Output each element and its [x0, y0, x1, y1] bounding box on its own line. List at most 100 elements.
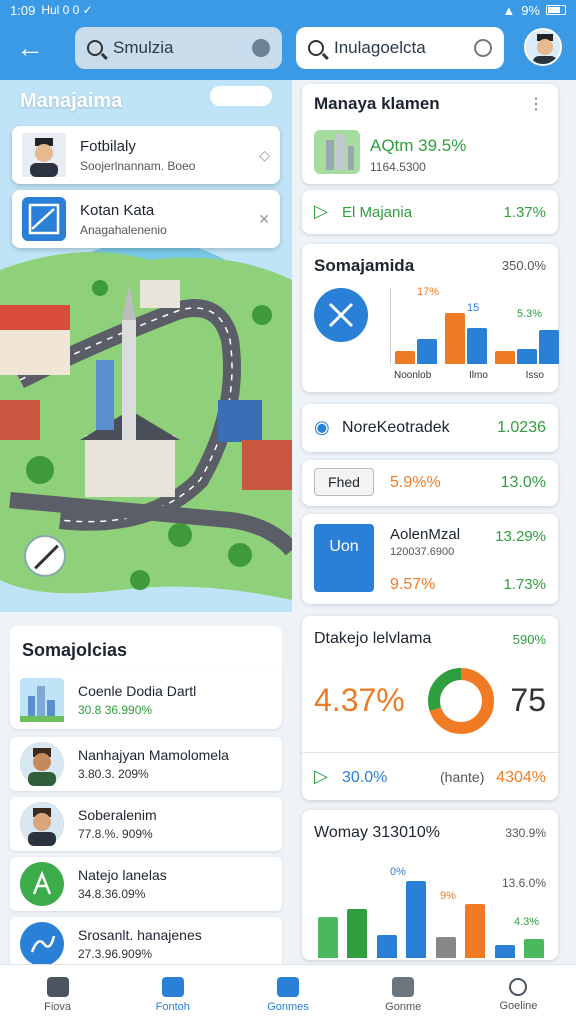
stat3-value-2: 1.73% — [503, 576, 546, 593]
chart1-bar — [517, 348, 537, 364]
list-item[interactable]: Srosanlt. hanajenes 27.3.96.909% — [10, 917, 282, 971]
chart1-x-label: Noonlob — [394, 370, 432, 381]
nav-bag[interactable]: Gonme — [346, 965, 461, 1024]
profile-icon — [509, 977, 528, 996]
bag-icon — [392, 976, 415, 997]
list-item-title: Natejo lanelas — [78, 867, 167, 883]
list-item-value: 27.3.96.909% — [78, 947, 153, 961]
home-icon — [46, 976, 69, 997]
nav-label: Goeline — [499, 999, 538, 1012]
nav-building[interactable]: Gonmes — [230, 965, 345, 1024]
summary-title: Manaya klamen — [314, 94, 440, 113]
chart2-title: Womay 313010% — [314, 824, 440, 841]
stat-card-1[interactable]: ◉ NoreKeotradek 1.0236 — [302, 404, 558, 452]
chart2-bar — [318, 917, 338, 958]
chart-card-1: Somajamida 350.0% 17% 15 5.3% Noonlob Ilmo… — [302, 244, 559, 392]
chart1-bar — [495, 351, 515, 364]
donut-big-value: 4.37% — [314, 682, 405, 718]
map-card-subtitle: Soojerlnannam. Boeo — [80, 158, 196, 173]
stat3-value-1: 13.29% — [495, 528, 546, 545]
map-card-person[interactable]: Fotbilaly Soojerlnannam. Boeo ◇ — [12, 126, 280, 184]
refresh-icon[interactable] — [474, 39, 492, 57]
city-icon — [314, 130, 360, 174]
top-app-bar: ← Smulzia Inulagoelcta — [0, 20, 576, 80]
divider — [302, 752, 558, 753]
bottom-navigation: Fiova Fontoh Gonmes Gonme Goeline — [0, 964, 576, 1024]
nav-label: Gonmes — [267, 1000, 309, 1013]
list-item[interactable]: Nanhajyan Mamolomela 3.80.3. 209% — [10, 737, 282, 791]
list-item-title: Soberalenim — [78, 807, 157, 823]
map-icon — [22, 197, 66, 241]
nav-tag[interactable]: Fontoh — [115, 965, 230, 1024]
diamond-icon[interactable]: ◇ — [259, 147, 270, 164]
stat2-tag[interactable]: Fhed — [314, 468, 374, 496]
summary-row[interactable]: ▷ El Majania 1.37% — [302, 190, 558, 234]
chart1-bar — [445, 313, 465, 364]
summary-name: AQtm 39.5% — [370, 136, 467, 155]
chart1-bar — [417, 338, 437, 364]
chart1-plot: 17% 15 5.3% — [390, 286, 559, 364]
person-avatar-icon — [20, 742, 64, 786]
nav-label: Gonme — [385, 1000, 422, 1013]
donut-chart — [428, 668, 494, 734]
list-item-value: 3.80.3. 209% — [78, 767, 149, 781]
mic-icon[interactable] — [252, 39, 270, 57]
chart2-bar — [406, 881, 427, 958]
list-item-value: 34.8.36.09% — [78, 887, 146, 901]
stat3-icon: Uon — [314, 524, 374, 592]
search-field-primary-text: Smulzia — [113, 38, 174, 57]
donut-right-value: 75 — [510, 682, 546, 718]
stat-card-3[interactable]: Uon AolenMzal 120037.6900 9.57% 13.29% 1… — [302, 514, 558, 604]
summary-card[interactable]: Manaya klamen ⋮ AQtm 39.5% 1164.5300 — [302, 84, 558, 184]
chart2-bar — [435, 936, 456, 958]
city-map[interactable]: Manajaima Fotbilaly Soojerlnannam. Boeo … — [0, 80, 292, 612]
chart2-plot: 0% 9% 4.3% — [318, 866, 544, 958]
stat1-value: 1.0236 — [497, 419, 546, 436]
nav-profile[interactable]: Goeline — [461, 965, 576, 1024]
donut-foot-left: 30.0% — [342, 769, 388, 786]
person-avatar-icon — [22, 133, 66, 177]
list-item-value: 77.8.%. 909% — [78, 827, 153, 841]
chart1-x-axis: Noonlob Ilmo Isso — [394, 370, 544, 381]
map-card-title: Kotan Kata — [80, 201, 155, 219]
list-panel-title: Somajolcias — [10, 626, 282, 671]
chart1-corner: 350.0% — [501, 258, 546, 273]
chart1-data-label: 5.3% — [517, 308, 543, 320]
stat-card-2[interactable]: Fhed 5.9%% 13.0% — [302, 460, 558, 506]
compass-icon[interactable] — [24, 535, 66, 577]
back-arrow-icon[interactable]: ← — [14, 32, 46, 64]
list-item[interactable]: Soberalenim 77.8.%. 909% — [10, 797, 282, 851]
chart2-bar — [347, 908, 368, 958]
list-item[interactable]: Natejo lanelas 34.8.36.09% — [10, 857, 282, 911]
list-item-title: Nanhajyan Mamolomela — [78, 747, 229, 763]
chart2-data-label: 9% — [440, 890, 456, 902]
cloud-decoration — [210, 86, 272, 106]
status-bar: 1:09 Hul 0 0 ✓ ▲ 9% — [0, 0, 576, 20]
chart1-x-label: Ilmo — [469, 370, 488, 381]
stat3-title: AolenMzal — [390, 526, 461, 543]
chart2-corner: 330.9% — [505, 826, 546, 840]
chart2-bar — [465, 903, 486, 958]
battery-icon — [546, 5, 566, 15]
stat2-value: 13.0% — [500, 474, 546, 491]
city-icon — [20, 678, 64, 722]
compass-icon — [314, 288, 368, 342]
more-vertical-icon[interactable]: ⋮ — [528, 94, 544, 114]
search-field-secondary[interactable]: Inulagoelcta — [296, 27, 504, 69]
chart-card-2: Womay 313010% 330.9% 13.6.0% 0% 9% 4.3% — [302, 810, 558, 960]
user-avatar[interactable] — [524, 28, 562, 66]
chart1-data-label: 15 — [467, 302, 480, 314]
play-icon[interactable]: ▷ — [314, 201, 328, 222]
close-icon[interactable]: ✕ — [258, 211, 270, 228]
map-card-title: Fotbilaly — [80, 137, 136, 155]
map-icon — [20, 922, 64, 966]
play-icon[interactable]: ▷ — [314, 766, 328, 787]
chart2-bar — [376, 934, 397, 958]
donut-corner: 590% — [512, 632, 546, 647]
nav-home[interactable]: Fiova — [0, 965, 115, 1024]
list-item[interactable]: Coenle Dodia Dartl 30.8 36.990% — [10, 671, 282, 729]
map-card-map[interactable]: Kotan Kata Anagahalenenio ✕ — [12, 190, 280, 248]
search-icon — [308, 40, 324, 56]
search-field-primary[interactable]: Smulzia — [75, 27, 282, 69]
person-avatar-icon — [20, 802, 64, 846]
